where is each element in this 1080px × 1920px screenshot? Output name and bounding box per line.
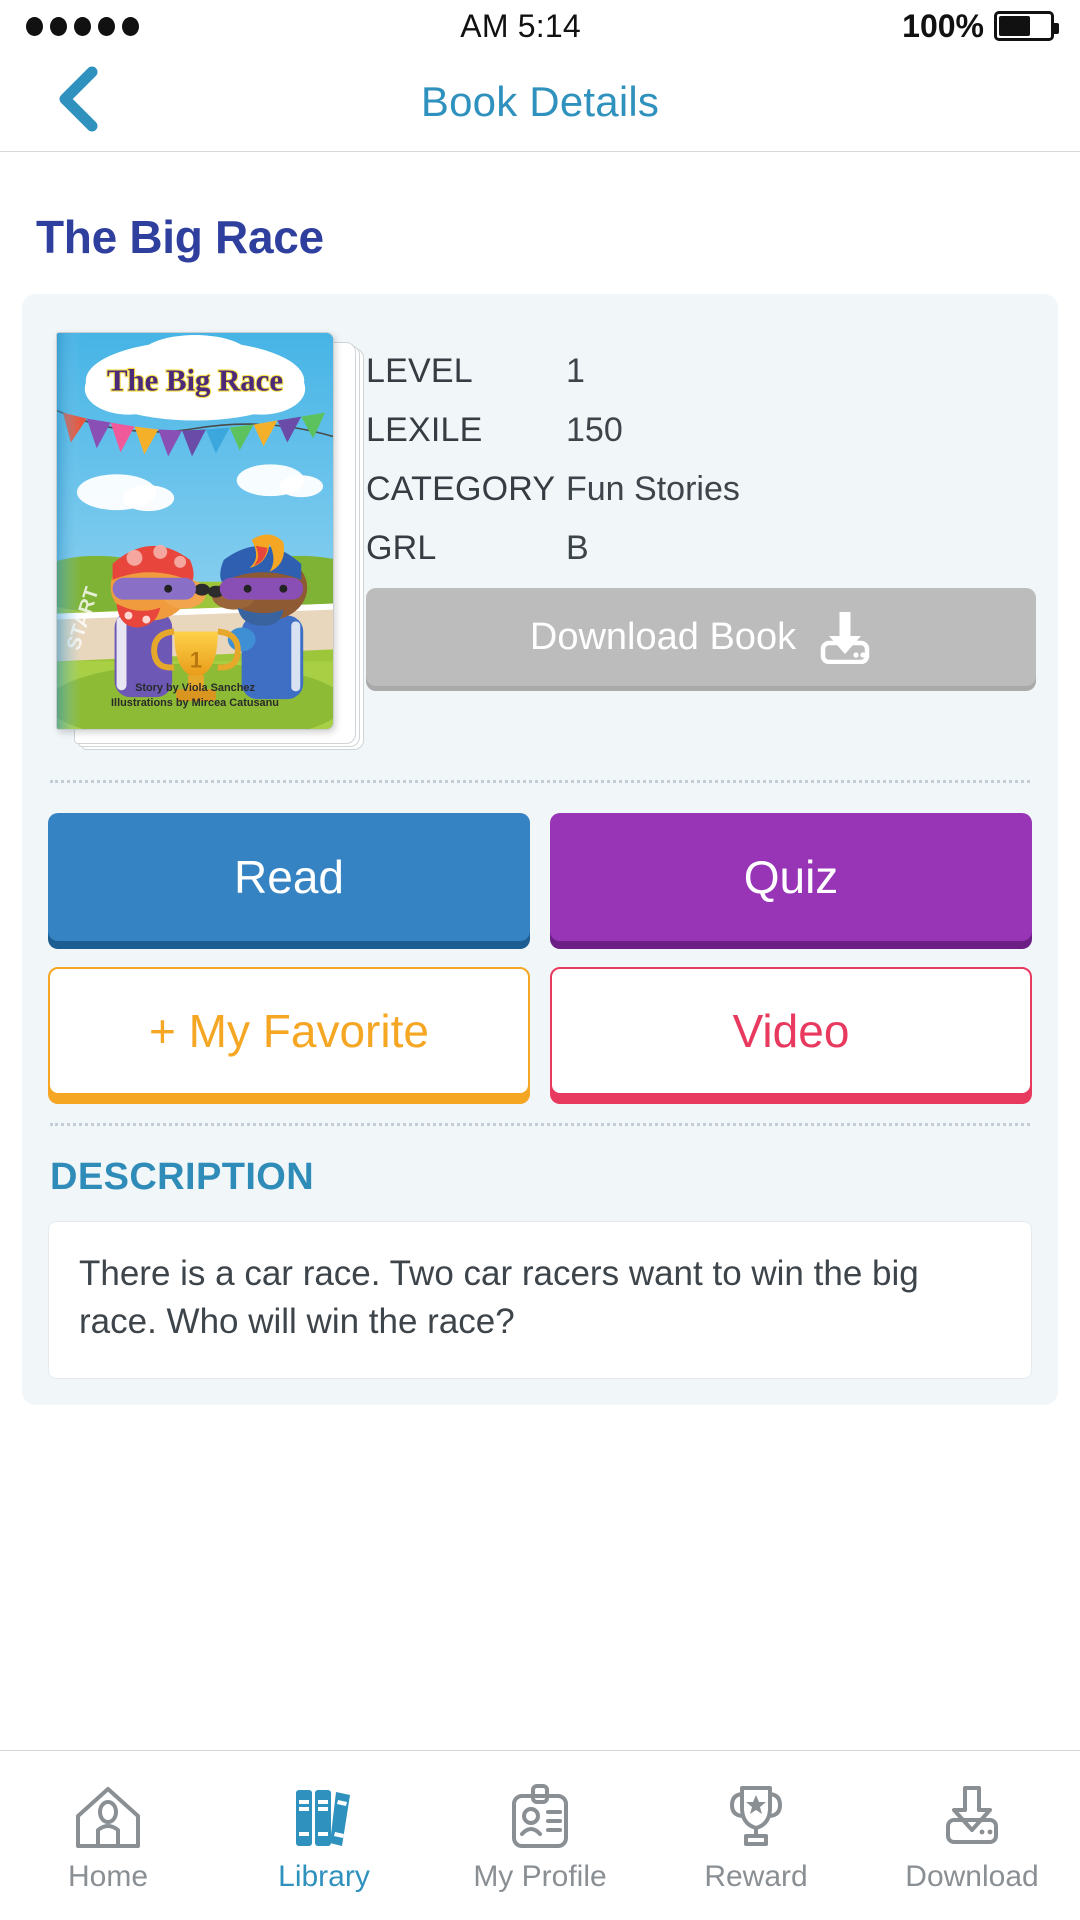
description-text: There is a car race. Two car racers want…	[79, 1254, 919, 1342]
meta-value-lexile: 150	[566, 411, 623, 449]
meta-label-category: CATEGORY	[366, 470, 556, 508]
status-bar: AM 5:14 100%	[0, 0, 1080, 52]
tab-library[interactable]: Library	[216, 1778, 432, 1894]
tab-label-library: Library	[278, 1859, 370, 1893]
svg-text:Illustrations by Mircea Catusa: Illustrations by Mircea Catusanu	[111, 697, 279, 709]
book-cover-art: The Big Race 1 Story by Viola Sanchez Il…	[56, 332, 334, 730]
meta-value-category: Fun Stories	[566, 470, 740, 508]
svg-text:Story by Viola Sanchez: Story by Viola Sanchez	[135, 682, 255, 694]
read-button[interactable]: Read	[48, 813, 530, 941]
meta-value-level: 1	[566, 352, 585, 390]
download-book-button[interactable]: Download Book	[366, 588, 1036, 686]
page-title: Book Details	[420, 77, 660, 125]
tab-label-my-profile: My Profile	[473, 1859, 607, 1893]
download-tray-icon	[818, 610, 872, 665]
tab-download[interactable]: Download	[864, 1778, 1080, 1894]
meta-row: LEVEL 1	[366, 352, 1036, 391]
add-favorite-button[interactable]: + My Favorite	[48, 967, 530, 1095]
status-bar-clock: AM 5:14	[460, 7, 581, 44]
book-details-card: The Big Race 1 Story by Viola Sanchez Il…	[22, 294, 1058, 1405]
divider-top	[50, 780, 1030, 783]
quiz-button[interactable]: Quiz	[550, 813, 1032, 941]
tab-home[interactable]: Home	[0, 1778, 216, 1894]
trophy-icon	[720, 1778, 792, 1850]
description-heading: DESCRIPTION	[50, 1156, 315, 1198]
meta-row: LEXILE 150	[366, 411, 1036, 450]
main-content: The Big Race The Big Race 1 Story by Vio…	[0, 152, 1080, 1750]
app-screen: AM 5:14 100% Book Details The Big Race T…	[0, 0, 1080, 1920]
download-book-label: Download Book	[529, 615, 797, 658]
meta-label-lexile: LEXILE	[366, 411, 483, 449]
book-meta-panel: LEVEL 1 LEXILE 150 CATEGORY Fun Stories …	[356, 316, 1036, 752]
house-icon	[72, 1778, 144, 1850]
id-card-icon	[504, 1778, 576, 1850]
tab-label-download: Download	[905, 1859, 1039, 1893]
signal-strength-icon	[26, 16, 139, 36]
books-icon	[288, 1778, 360, 1850]
description-box: There is a car race. Two car racers want…	[48, 1221, 1032, 1379]
tab-label-reward: Reward	[704, 1859, 808, 1893]
chevron-left-icon	[54, 66, 100, 137]
meta-row: GRL B	[366, 529, 1036, 568]
secondary-action-buttons: + My Favorite Video	[44, 967, 1036, 1095]
tab-reward[interactable]: Reward	[648, 1778, 864, 1894]
battery-percent-label: 100%	[902, 7, 984, 44]
navigation-bar: Book Details	[0, 52, 1080, 152]
divider-bottom	[50, 1123, 1030, 1126]
cover-and-meta-row: The Big Race 1 Story by Viola Sanchez Il…	[44, 316, 1036, 752]
back-button[interactable]	[42, 66, 112, 137]
primary-action-buttons: Read Quiz	[44, 813, 1036, 941]
download-tray-icon	[936, 1778, 1008, 1850]
book-cover[interactable]: The Big Race 1 Story by Viola Sanchez Il…	[44, 316, 364, 752]
battery-icon	[993, 11, 1059, 41]
meta-value-grl: B	[566, 529, 589, 567]
meta-label-level: LEVEL	[366, 352, 473, 390]
video-button[interactable]: Video	[550, 967, 1032, 1095]
bottom-tab-bar: Home Library My Profile Reward Download	[0, 1750, 1080, 1920]
tab-my-profile[interactable]: My Profile	[432, 1778, 648, 1894]
book-title: The Big Race	[36, 211, 324, 263]
svg-text:1: 1	[190, 647, 202, 672]
meta-row: CATEGORY Fun Stories	[366, 470, 1036, 509]
svg-text:The Big Race: The Big Race	[107, 364, 283, 398]
meta-label-grl: GRL	[366, 529, 437, 567]
tab-label-home: Home	[67, 1859, 149, 1893]
battery-indicator: 100%	[902, 7, 1059, 45]
